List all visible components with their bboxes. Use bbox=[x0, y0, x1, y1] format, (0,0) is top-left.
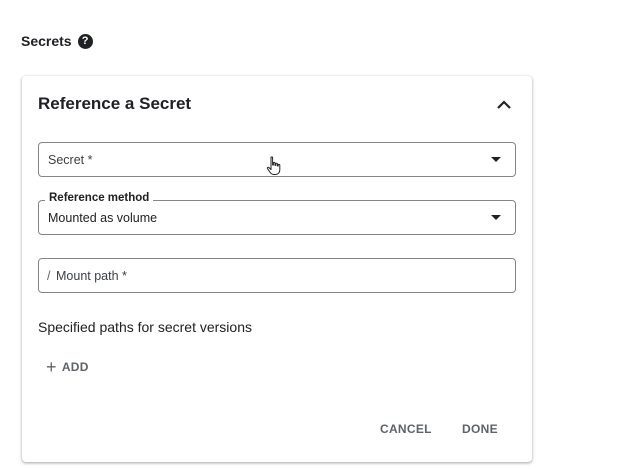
paths-heading: Specified paths for secret versions bbox=[38, 319, 252, 335]
chevron-up-icon bbox=[497, 100, 511, 109]
plus-icon: + bbox=[46, 357, 57, 377]
mount-path-prefix: / bbox=[47, 269, 51, 283]
card-title: Reference a Secret bbox=[38, 94, 192, 113]
secret-select-placeholder: Secret * bbox=[48, 153, 93, 167]
add-label: ADD bbox=[61, 360, 89, 374]
secret-select[interactable]: Secret * bbox=[38, 142, 516, 177]
cancel-button[interactable]: CANCEL bbox=[380, 422, 432, 436]
add-path-button[interactable]: + ADD bbox=[46, 357, 89, 377]
secrets-section-title: Secrets ? bbox=[21, 33, 93, 49]
done-button[interactable]: DONE bbox=[462, 422, 498, 436]
reference-method-select[interactable]: Reference method Mounted as volume bbox=[38, 192, 516, 235]
reference-method-value: Mounted as volume bbox=[48, 211, 158, 225]
mount-path-input[interactable]: / Mount path * bbox=[38, 258, 516, 293]
reference-secret-card: Reference a Secret Secret * Reference me… bbox=[22, 76, 532, 462]
dropdown-arrow-icon bbox=[491, 215, 501, 220]
collapse-button[interactable] bbox=[494, 95, 514, 115]
mount-path-placeholder: Mount path * bbox=[56, 269, 127, 283]
dropdown-arrow-icon bbox=[491, 157, 501, 162]
help-icon[interactable]: ? bbox=[77, 33, 93, 49]
secrets-label: Secrets bbox=[21, 33, 72, 49]
reference-method-label: Reference method bbox=[45, 192, 154, 204]
